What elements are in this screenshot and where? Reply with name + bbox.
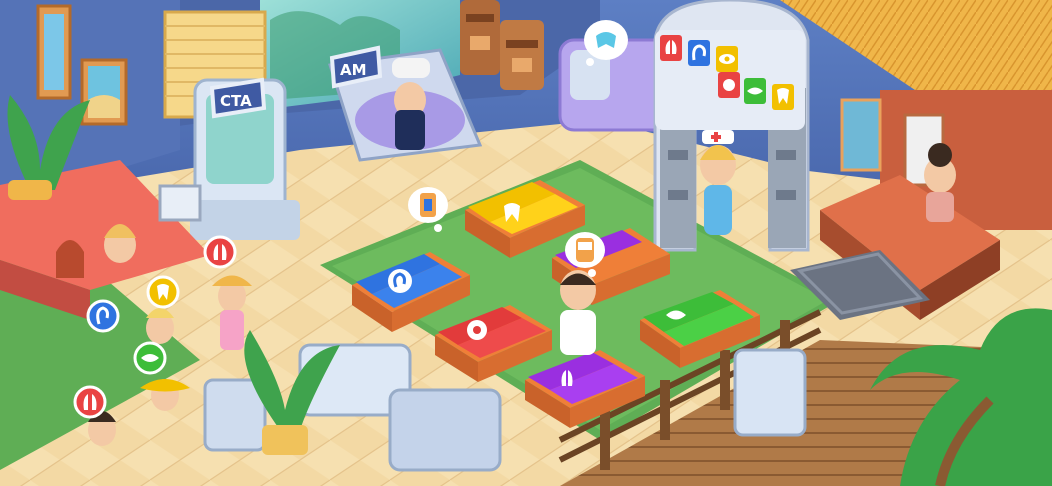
am-sign-label: AM (340, 61, 367, 79)
queue-lungs-icon-2 (73, 385, 107, 419)
game-scene: CTA AM (0, 0, 1052, 486)
queue-tooth-icon (146, 275, 180, 309)
virus-icon (718, 72, 740, 98)
doctor-character (560, 270, 596, 355)
captain-patient (392, 58, 430, 150)
queue-lips-icon (133, 341, 167, 375)
computer-monitor (158, 184, 202, 222)
queue-ear-icon (86, 299, 120, 333)
hospital-scene-art: CTA AM (0, 0, 1052, 486)
lips-icon (744, 78, 766, 104)
ear-icon (688, 40, 710, 66)
station-icon-panel (655, 30, 805, 130)
queue-lungs-icon (203, 235, 237, 269)
receptionist-character (924, 143, 956, 222)
lungs-icon (660, 35, 682, 61)
cta-sign: CTA (209, 77, 267, 119)
hut-window-painting (840, 98, 882, 172)
tooth-icon (772, 84, 794, 110)
eye-icon (716, 46, 738, 72)
cta-sign-label: CTA (220, 92, 252, 110)
